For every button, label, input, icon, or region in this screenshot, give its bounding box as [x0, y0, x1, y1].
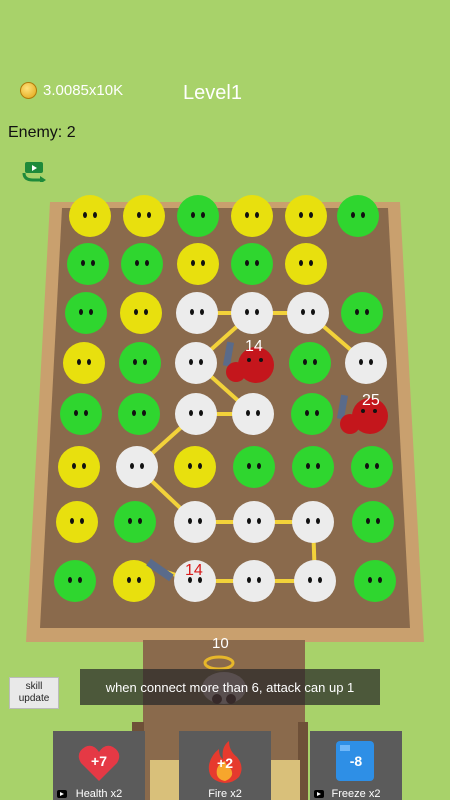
ball-green[interactable] [341, 292, 383, 334]
ball-yellow[interactable] [177, 243, 219, 285]
ball-yellow[interactable] [285, 195, 327, 237]
ball-white[interactable] [287, 292, 329, 334]
freeze-card-label: Freeze x2 [331, 788, 381, 800]
ball-yellow[interactable] [56, 501, 98, 543]
health-card[interactable]: +7 Health x2 [53, 731, 145, 800]
ball-yellow[interactable] [69, 195, 111, 237]
ball-green[interactable] [67, 243, 109, 285]
ball-green[interactable] [121, 243, 163, 285]
ball-green[interactable] [114, 501, 156, 543]
enemy-2-hp: 25 [362, 392, 380, 409]
ball-yellow[interactable] [231, 195, 273, 237]
fire-card[interactable]: +2 Fire x2 [179, 731, 271, 800]
ball-white[interactable] [233, 501, 275, 543]
ball-yellow[interactable] [123, 195, 165, 237]
ball-green[interactable] [351, 446, 393, 488]
skill-button-line2: update [18, 693, 50, 704]
ball-green[interactable] [118, 393, 160, 435]
ball-white[interactable] [231, 292, 273, 334]
fire-card-value: +2 [217, 755, 233, 771]
ball-yellow[interactable] [285, 243, 327, 285]
player-hp: 10 [212, 635, 229, 652]
health-card-value: +7 [91, 753, 107, 769]
ball-white[interactable] [116, 446, 158, 488]
video-replay-icon[interactable] [21, 160, 49, 182]
ball-green[interactable] [354, 560, 396, 602]
ball-white[interactable] [174, 501, 216, 543]
ball-green[interactable] [231, 243, 273, 285]
ball-green[interactable] [291, 393, 333, 435]
ball-yellow[interactable] [174, 446, 216, 488]
coin-counter: 3.0085x10K [20, 82, 123, 99]
ball-green[interactable] [352, 501, 394, 543]
ball-white[interactable] [175, 342, 217, 384]
freeze-card[interactable]: -8 Freeze x2 [310, 731, 402, 800]
ball-white[interactable] [232, 393, 274, 435]
freeze-card-value: -8 [349, 753, 363, 769]
ball-green[interactable] [65, 292, 107, 334]
ball-green[interactable] [60, 393, 102, 435]
enemy-1-hp: 14 [245, 338, 263, 355]
ball-green[interactable] [233, 446, 275, 488]
tip-banner: when connect more than 6, attack can up … [80, 669, 380, 705]
ball-white[interactable] [233, 560, 275, 602]
skill-button-line1: skill [25, 681, 43, 692]
fire-card-label: Fire x2 [208, 788, 242, 800]
ball-green[interactable] [119, 342, 161, 384]
enemy-count: Enemy: 2 [8, 124, 76, 141]
ball-green[interactable] [292, 446, 334, 488]
ball-green[interactable] [289, 342, 331, 384]
skill-update-button[interactable]: skill update [9, 677, 59, 709]
level-title: Level1 [183, 82, 242, 104]
ball-white[interactable] [345, 342, 387, 384]
enemy-3-hp: 14 [185, 562, 203, 579]
coin-icon [20, 82, 37, 99]
ball-white[interactable] [176, 292, 218, 334]
ball-yellow[interactable] [120, 292, 162, 334]
ball-green[interactable] [337, 195, 379, 237]
ball-green[interactable] [54, 560, 96, 602]
ball-yellow[interactable] [63, 342, 105, 384]
ball-white[interactable] [292, 501, 334, 543]
coin-amount: 3.0085x10K [43, 82, 124, 99]
ball-green[interactable] [177, 195, 219, 237]
ball-yellow[interactable] [58, 446, 100, 488]
health-card-label: Health x2 [75, 788, 123, 800]
ball-white[interactable] [175, 393, 217, 435]
ball-white[interactable] [294, 560, 336, 602]
